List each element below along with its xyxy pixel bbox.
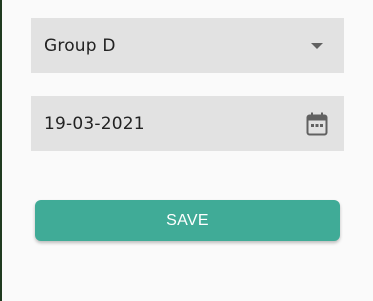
calendar-icon[interactable] [306, 112, 328, 136]
window-edge [0, 0, 2, 301]
group-select[interactable]: Group D [31, 18, 344, 73]
date-field[interactable]: 19-03-2021 [31, 96, 344, 151]
save-button[interactable]: SAVE [35, 200, 340, 241]
group-select-value: Group D [44, 35, 116, 56]
date-field-value: 19-03-2021 [44, 113, 145, 134]
dropdown-arrow-icon[interactable] [311, 42, 323, 49]
